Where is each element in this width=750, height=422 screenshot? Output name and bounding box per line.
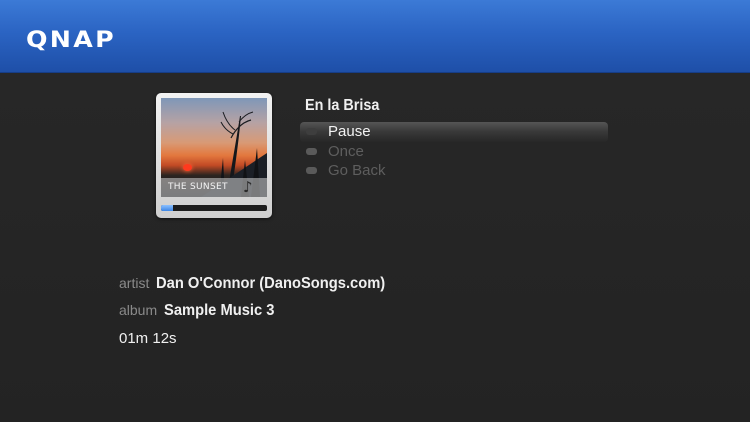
- music-note-icon: ♪: [243, 178, 253, 196]
- bullet-icon: [306, 128, 317, 135]
- music-player-screen: QNAP THE SUNSET ♪ En la Brisa Pause Once…: [0, 0, 750, 422]
- album-label: album: [119, 302, 158, 318]
- menu-item-go-back[interactable]: Go Back: [300, 161, 608, 181]
- album-art-card: THE SUNSET ♪: [156, 93, 272, 218]
- qnap-logo: QNAP: [26, 28, 117, 53]
- track-title: En la Brisa: [305, 97, 380, 114]
- menu-item-pause[interactable]: Pause: [300, 122, 608, 142]
- album-art: THE SUNSET ♪: [161, 98, 267, 197]
- artist-row: artist Dan O'Connor (DanoSongs.com): [119, 275, 405, 293]
- header-bar: QNAP: [0, 0, 750, 73]
- album-art-caption-bar: THE SUNSET ♪: [161, 178, 267, 197]
- album-value: Sample Music 3: [164, 302, 275, 319]
- playback-progress-fill: [161, 205, 173, 211]
- playback-progress-bar: [161, 205, 267, 211]
- menu-item-label: Go Back: [328, 162, 386, 179]
- menu-item-label: Pause: [328, 123, 371, 140]
- menu-item-label: Once: [328, 142, 364, 160]
- sun: [183, 164, 192, 171]
- track-duration: 01m 12s: [119, 330, 177, 347]
- album-art-caption: THE SUNSET: [168, 182, 228, 192]
- artist-label: artist: [119, 275, 150, 291]
- playback-menu: Pause Once Go Back: [300, 122, 608, 181]
- artist-value: Dan O'Connor (DanoSongs.com): [156, 275, 386, 292]
- album-row: album Sample Music 3: [119, 302, 284, 320]
- menu-item-once[interactable]: Once: [300, 142, 608, 162]
- bullet-icon: [306, 147, 317, 155]
- bullet-icon: [306, 167, 317, 174]
